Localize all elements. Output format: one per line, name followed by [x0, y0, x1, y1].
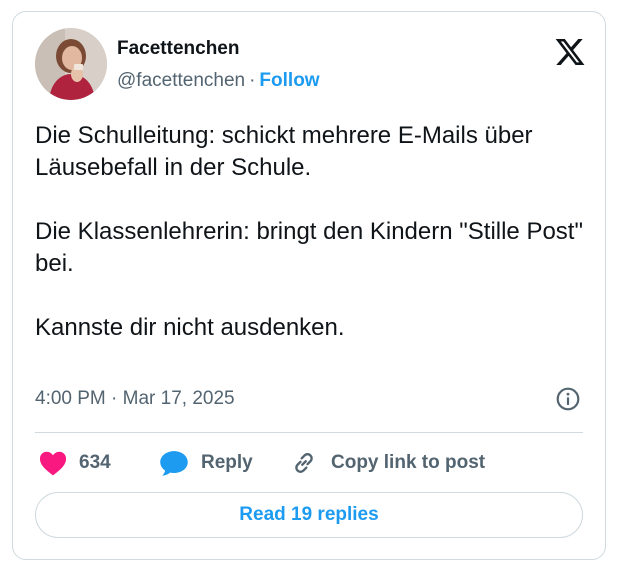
tweet-date: Mar 17, 2025 [122, 388, 235, 409]
avatar[interactable] [35, 28, 107, 100]
tweet-text: Die Schulleitung: schickt mehrere E-Mail… [35, 120, 595, 344]
tweet-header: Facettenchen @facettenchen · Follow [35, 28, 587, 104]
speech-bubble-icon [160, 451, 188, 476]
tweet-paragraph-1: Die Schulleitung: schickt mehrere E-Mail… [35, 122, 533, 181]
read-replies-button[interactable]: Read 19 replies [35, 492, 583, 538]
avatar-image [35, 28, 107, 100]
info-icon[interactable] [555, 386, 581, 412]
tweet-paragraph-2: Die Klassenlehrerin: bringt den Kindern … [35, 218, 583, 277]
author-name[interactable]: Facettenchen [117, 38, 239, 60]
follow-link[interactable]: Follow [259, 70, 319, 91]
tweet-time: 4:00 PM [35, 388, 106, 409]
tweet-actions: 634 Reply Copy link to post [35, 445, 595, 481]
link-icon [295, 453, 313, 473]
tweet-paragraph-3: Kannste dir nicht ausdenken. [35, 314, 345, 341]
handle-separator: · [249, 70, 256, 91]
like-button[interactable]: 634 [39, 445, 111, 481]
divider [35, 432, 583, 433]
like-count: 634 [79, 452, 111, 473]
author-handle[interactable]: @facettenchen [117, 70, 245, 91]
handle-row: @facettenchen · Follow [117, 70, 320, 92]
copy-link-button[interactable]: Copy link to post [289, 445, 485, 481]
tweet-card: Facettenchen @facettenchen · Follow Die Sc… [12, 11, 606, 560]
reply-label: Reply [201, 452, 253, 473]
tweet-timestamp[interactable]: 4:00 PM · Mar 17, 2025 [35, 388, 235, 410]
reply-button[interactable]: Reply [159, 445, 253, 481]
copy-link-label: Copy link to post [331, 452, 486, 473]
timestamp-separator: · [111, 388, 118, 409]
heart-icon [39, 451, 67, 476]
x-logo-icon[interactable] [553, 36, 587, 68]
